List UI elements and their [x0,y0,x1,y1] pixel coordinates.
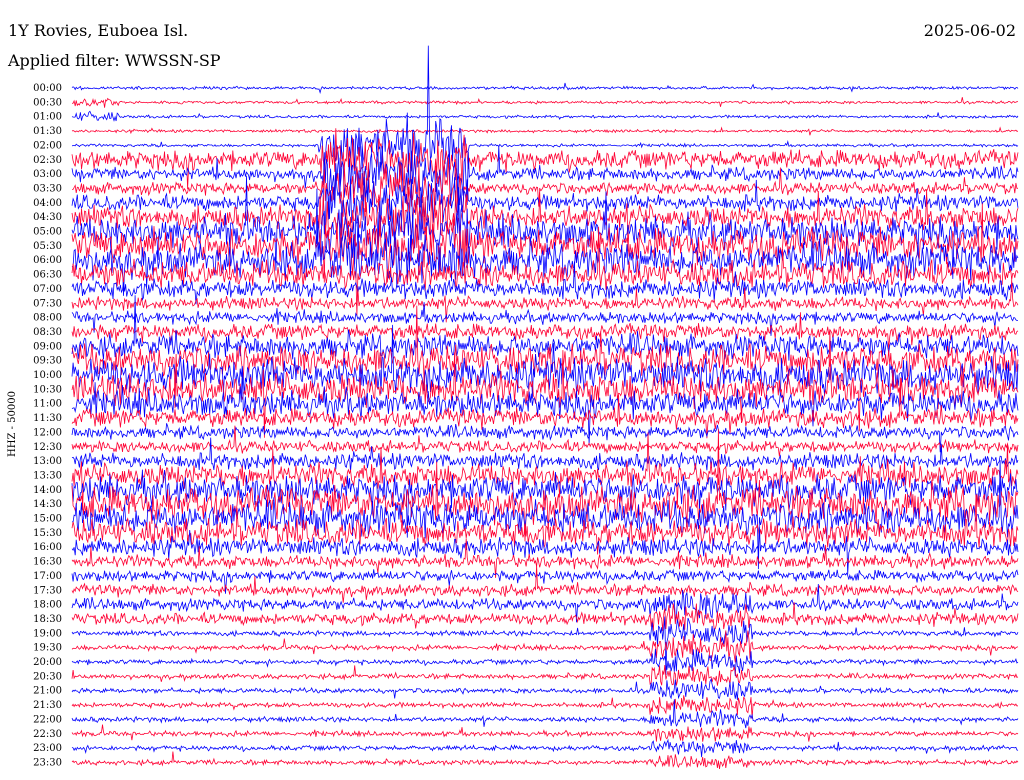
date-label: 2025-06-02 [924,21,1016,40]
time-label: 04:00 [33,198,62,209]
seismic-trace-1730 [71,565,1019,603]
seismic-trace-2200 [71,699,1019,729]
time-label: 00:00 [33,83,62,94]
time-label: 19:00 [33,628,62,639]
seismic-trace-2100 [71,677,1019,700]
seismic-trace-2330 [71,751,1019,770]
filter-label: Applied filter: WWSSN-SP [7,51,221,70]
time-label: 19:30 [33,643,62,654]
station-title: 1Y Rovies, Euboea Isl. [8,21,188,40]
seismic-trace-2300 [71,738,1019,758]
time-label: 23:30 [33,757,62,768]
time-label: 09:00 [33,341,62,352]
seismic-trace-1930 [71,630,1019,663]
time-label: 03:30 [33,183,62,194]
time-label: 21:30 [33,700,62,711]
time-label: 20:00 [33,657,62,668]
time-labels: 00:00 00:30 01:00 01:30 02:00 02:30 03:00 03:30… [33,83,62,768]
time-label: 14:30 [33,499,62,510]
time-label: 00:30 [33,97,62,108]
time-label: 03:00 [33,169,62,180]
time-label: 18:30 [33,614,62,625]
seismic-trace-2000 [71,648,1019,677]
seismic-trace-0330 [71,157,1018,217]
time-label: 11:30 [33,413,62,424]
y-axis-label: HHZ - 50000 [7,391,18,457]
time-label: 11:00 [33,399,62,410]
time-label: 01:30 [33,126,62,137]
time-label: 05:30 [33,241,62,252]
time-label: 16:30 [33,557,62,568]
seismic-trace-0030 [71,97,1019,108]
time-label: 22:00 [33,714,62,725]
time-label: 06:00 [33,255,62,266]
time-label: 13:00 [33,456,62,467]
seismic-trace-1300 [71,437,1019,473]
seismic-trace-1830 [71,602,1019,632]
time-label: 15:00 [33,514,62,525]
time-label: 17:30 [33,585,62,596]
time-label: 12:30 [33,442,62,453]
seismic-trace-1700 [71,568,1019,594]
time-label: 02:00 [33,140,62,151]
time-label: 16:00 [33,542,62,553]
seismic-trace-0400 [71,172,1019,248]
seismic-trace-0130 [71,126,1019,136]
time-label: 01:00 [33,112,62,123]
time-label: 08:30 [33,327,62,338]
seismic-trace-2030 [71,664,1019,686]
seismic-trace-1030 [71,329,1019,438]
seismic-trace-0300 [71,145,1019,220]
time-label: 23:00 [33,743,62,754]
time-label: 14:00 [33,485,62,496]
helicorder-plot: 00:00 00:30 01:00 01:30 02:00 02:30 03:00 03:30… [0,0,1024,770]
time-label: 13:30 [33,470,62,481]
seismic-traces [71,45,1019,770]
time-label: 15:30 [33,528,62,539]
time-label: 22:30 [33,729,62,740]
seismic-trace-1900 [71,616,1019,675]
time-label: 10:30 [33,384,62,395]
time-label: 21:00 [33,686,62,697]
seismic-trace-2130 [71,695,1019,719]
seismic-trace-2230 [71,724,1019,742]
time-label: 08:00 [33,313,62,324]
time-label: 20:30 [33,671,62,682]
time-label: 17:00 [33,571,62,582]
seismic-trace-0000 [71,82,1019,95]
time-label: 05:00 [33,227,62,238]
time-label: 12:00 [33,427,62,438]
time-label: 07:30 [33,298,62,309]
time-label: 04:30 [33,212,62,223]
time-label: 10:00 [33,370,62,381]
time-label: 02:30 [33,155,62,166]
seismic-trace-0100 [71,110,1019,122]
time-label: 07:00 [33,284,62,295]
time-label: 18:00 [33,600,62,611]
time-label: 09:30 [33,356,62,367]
seismic-trace-0230 [71,128,1019,207]
time-label: 06:30 [33,270,62,281]
